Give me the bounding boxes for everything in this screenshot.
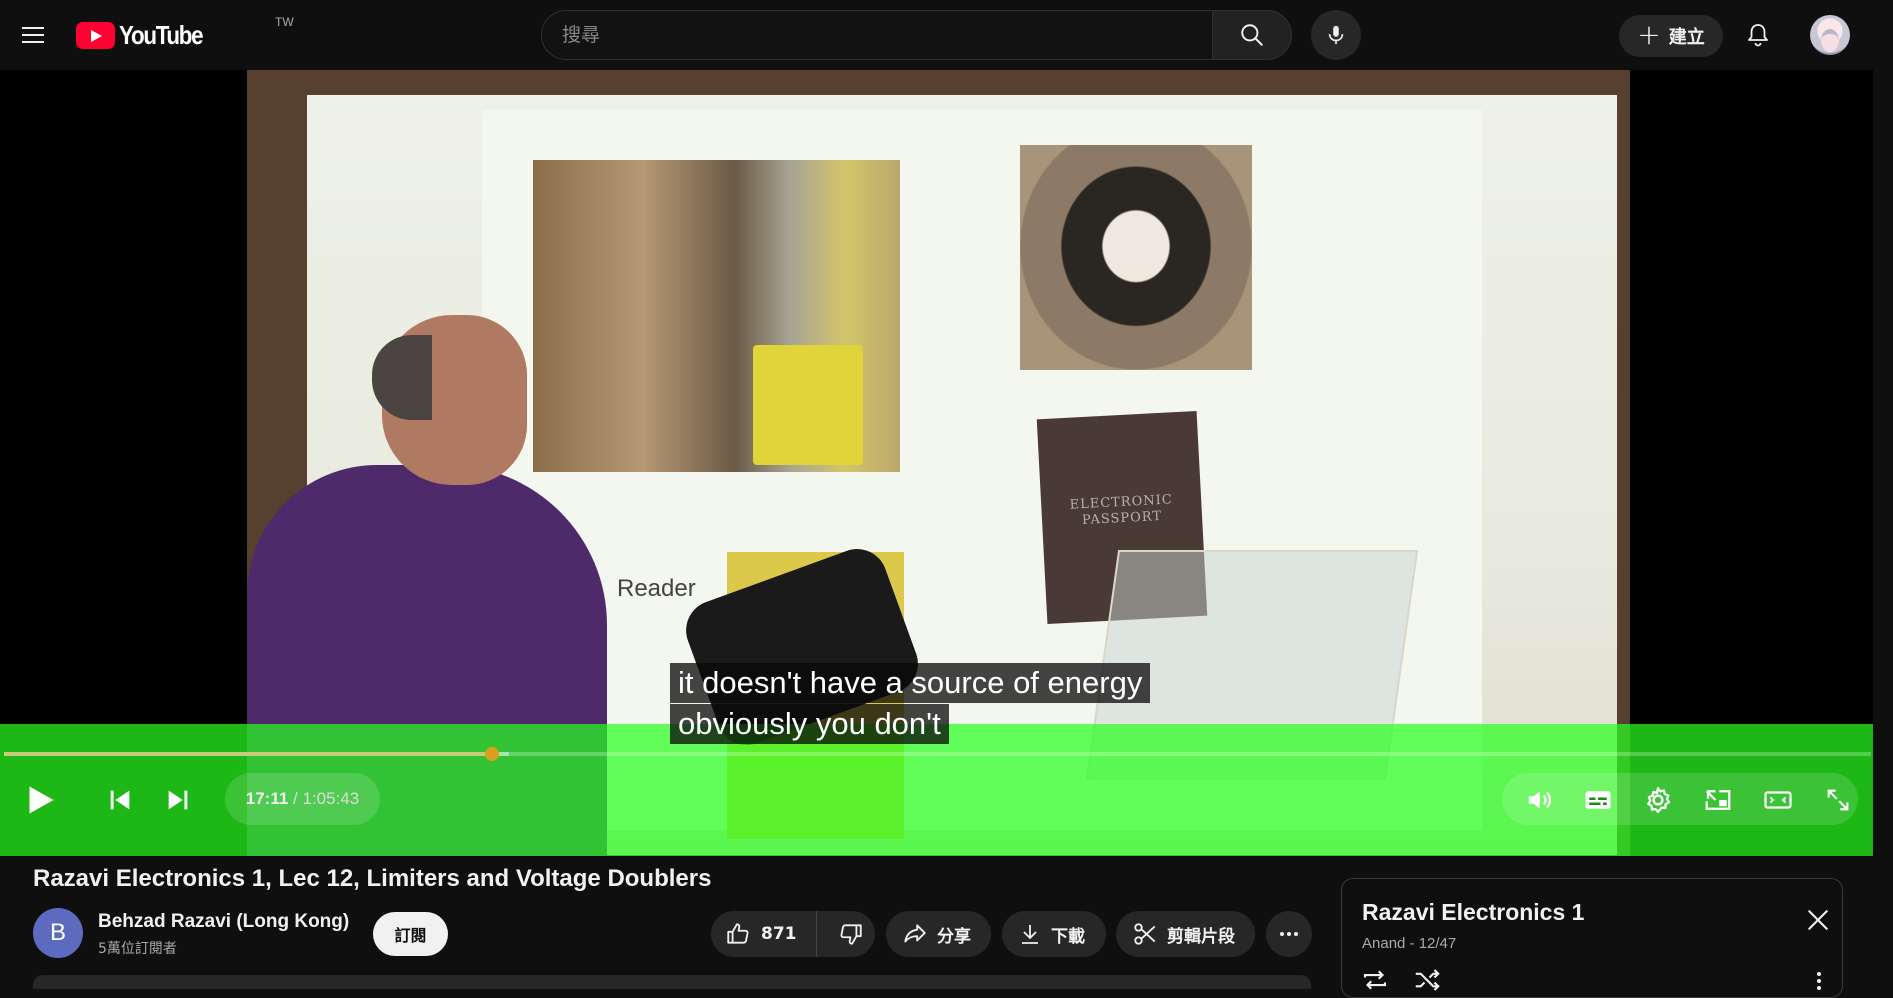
channel-avatar[interactable]: B [33,908,83,958]
fullscreen-button[interactable] [1818,780,1858,820]
download-icon [1022,925,1038,944]
theater-mode-icon [1764,791,1792,809]
share-button[interactable]: 分享 [886,911,991,957]
shuffle-icon [1415,969,1440,991]
subtitles-icon [1585,791,1611,809]
channel-name[interactable]: Behzad Razavi (Long Kong) [98,911,349,933]
create-button[interactable]: + 建立 [1619,15,1723,57]
cow-photo [1020,145,1252,370]
previous-icon [110,790,130,810]
mic-icon [1328,25,1344,45]
settings-button[interactable] [1638,780,1678,820]
more-vertical-icon [1817,972,1821,990]
dislike-button[interactable] [826,911,875,957]
like-count: 871 [761,924,797,944]
thumbs-up-icon [727,923,749,944]
subtitles-button[interactable] [1578,780,1618,820]
bell-icon [1748,24,1768,47]
time-display: 17:11 / 1:05:43 [225,773,380,825]
settings-icon [1647,787,1671,813]
shuffle-playlist-button[interactable] [1412,965,1442,995]
time-separator: / [288,789,303,808]
clip-button[interactable]: 剪輯片段 [1116,911,1255,957]
loop-icon [1363,970,1387,990]
menu-icon[interactable] [14,16,52,54]
playlist-more-button[interactable] [1807,969,1831,993]
previous-button[interactable] [100,780,140,820]
plus-icon: + [1637,17,1661,51]
miniplayer-button[interactable] [1698,780,1738,820]
play-icon [29,786,54,814]
progress-scrubber[interactable] [485,747,499,761]
download-label: 下載 [1051,926,1085,947]
next-button[interactable] [158,780,198,820]
playlist-meta: Anand - 12/47 [1362,935,1457,952]
more-horizontal-icon [1280,932,1298,936]
miniplayer-icon [1705,790,1731,810]
search-icon [1241,24,1263,46]
more-actions-button[interactable] [1266,911,1312,957]
presenter-hair [372,335,432,420]
volume-icon [1528,791,1552,809]
search-input[interactable] [542,11,1212,59]
caption-line-1: it doesn't have a source of energy [670,663,1151,703]
fullscreen-icon [1827,789,1849,811]
share-icon [904,924,926,943]
notifications-button[interactable] [1738,15,1778,55]
subscriber-count: 5萬位訂閱者 [98,941,177,957]
share-label: 分享 [937,926,971,947]
top-bar: YouTube TW + 建立 [0,0,1893,70]
voice-search-button[interactable] [1311,10,1361,60]
search-box [541,10,1213,60]
caption-line-2: obviously you don't [670,704,949,744]
progress-bar[interactable] [4,747,1871,761]
video-player[interactable]: ELECTRONIC PASSPORT Reader it doesn't ha… [0,70,1873,856]
description-box[interactable] [33,975,1311,989]
subscribe-button[interactable]: 訂閱 [373,912,448,956]
video-duration: 1:05:43 [302,789,360,808]
scissors-icon [1134,923,1156,945]
progress-played [4,752,492,756]
youtube-logo[interactable]: YouTube TW [76,15,294,50]
video-title: Razavi Electronics 1, Lec 12, Limiters a… [33,865,712,892]
play-button[interactable] [18,778,62,822]
theater-mode-button[interactable] [1758,780,1798,820]
playlist-panel: Razavi Electronics 1 Anand - 12/47 [1341,878,1843,998]
playlist-close-button[interactable] [1804,906,1832,934]
download-button[interactable]: 下載 [1002,911,1106,957]
create-label: 建立 [1668,27,1705,48]
close-icon [1807,909,1829,931]
passport-text: ELECTRONIC PASSPORT [1069,492,1174,529]
thumbs-down-icon [840,924,862,945]
region-code: TW [275,15,294,29]
search-button[interactable] [1212,10,1292,60]
current-time: 17:11 [245,789,289,808]
like-button[interactable]: 871 [711,911,817,957]
next-icon [168,790,188,810]
playlist-title[interactable]: Razavi Electronics 1 [1362,899,1584,926]
logo-wordmark: YouTube [119,19,204,50]
youtube-play-logo-icon [76,21,115,49]
loop-playlist-button[interactable] [1360,965,1390,995]
account-avatar[interactable] [1810,15,1850,55]
clip-label: 剪輯片段 [1167,926,1235,947]
volume-button[interactable] [1520,780,1560,820]
like-dislike-group: 871 [711,911,875,957]
